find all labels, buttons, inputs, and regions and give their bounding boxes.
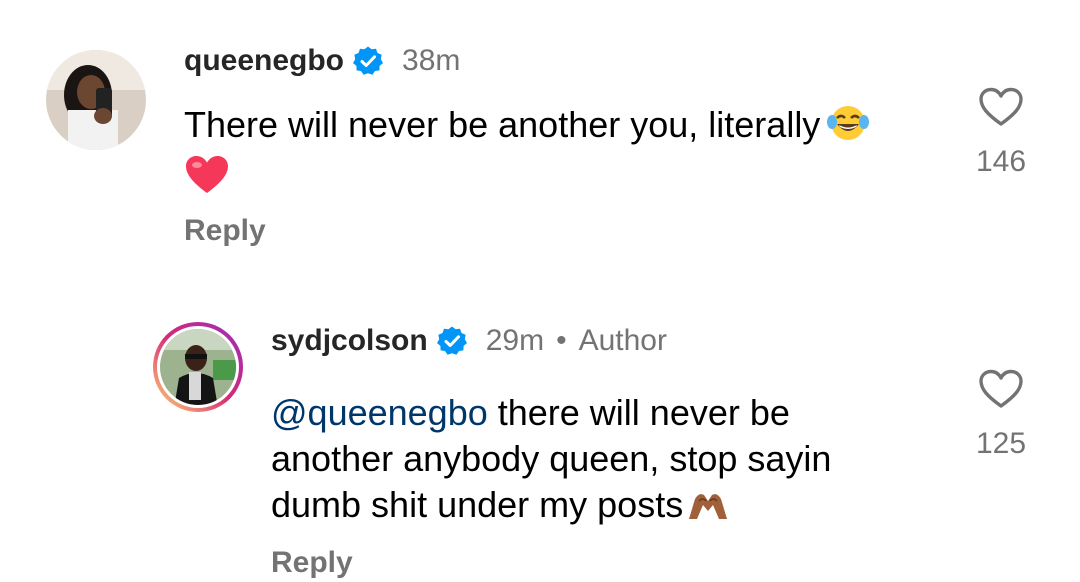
separator-dot: • — [556, 324, 567, 357]
comment-text: There will never be another you, literal… — [184, 102, 944, 207]
comment-time: 38m — [402, 44, 461, 77]
comment-time: 29m — [485, 324, 545, 357]
avatar-queenegbo[interactable] — [46, 50, 146, 150]
comment-line-1: there will never be — [487, 392, 790, 433]
comment-line-2: another anybody queen, stop sayin — [271, 438, 832, 479]
like-count: 146 — [975, 145, 1027, 178]
like-column: 125 — [961, 368, 1041, 461]
comment-sydjcolson: sydjcolson 29m • Author @queenegbo there… — [0, 300, 1080, 582]
verified-badge-icon — [352, 45, 384, 77]
reply-button[interactable]: Reply — [271, 546, 353, 580]
username[interactable]: sydjcolson — [271, 324, 428, 358]
comment-queenegbo: queenegbo 38m There will never be anothe… — [0, 0, 1080, 270]
comments-thread: queenegbo 38m There will never be anothe… — [0, 0, 1080, 582]
avatar-sydjcolson[interactable] — [151, 320, 245, 414]
like-count: 125 — [975, 427, 1027, 460]
heart-hands-icon — [685, 488, 731, 534]
heart-outline-icon[interactable] — [978, 368, 1024, 415]
comment-body: There will never be another you, literal… — [184, 104, 821, 145]
author-label: Author — [578, 324, 667, 357]
heart-outline-icon[interactable] — [978, 86, 1024, 133]
red-heart-icon — [184, 154, 230, 207]
face-with-tears-of-joy-icon — [826, 103, 870, 154]
comment-line-3: dumb shit under my posts — [271, 484, 684, 525]
like-column: 146 — [961, 86, 1041, 179]
reply-button[interactable]: Reply — [184, 214, 266, 248]
username[interactable]: queenegbo — [184, 44, 344, 78]
comment-header: sydjcolson 29m • Author — [271, 324, 667, 358]
mention-link[interactable]: @queenegbo — [271, 392, 488, 433]
comment-header: queenegbo 38m — [184, 44, 460, 78]
verified-badge-icon — [436, 325, 468, 357]
comment-text: @queenegbo there will never be another a… — [271, 390, 931, 534]
